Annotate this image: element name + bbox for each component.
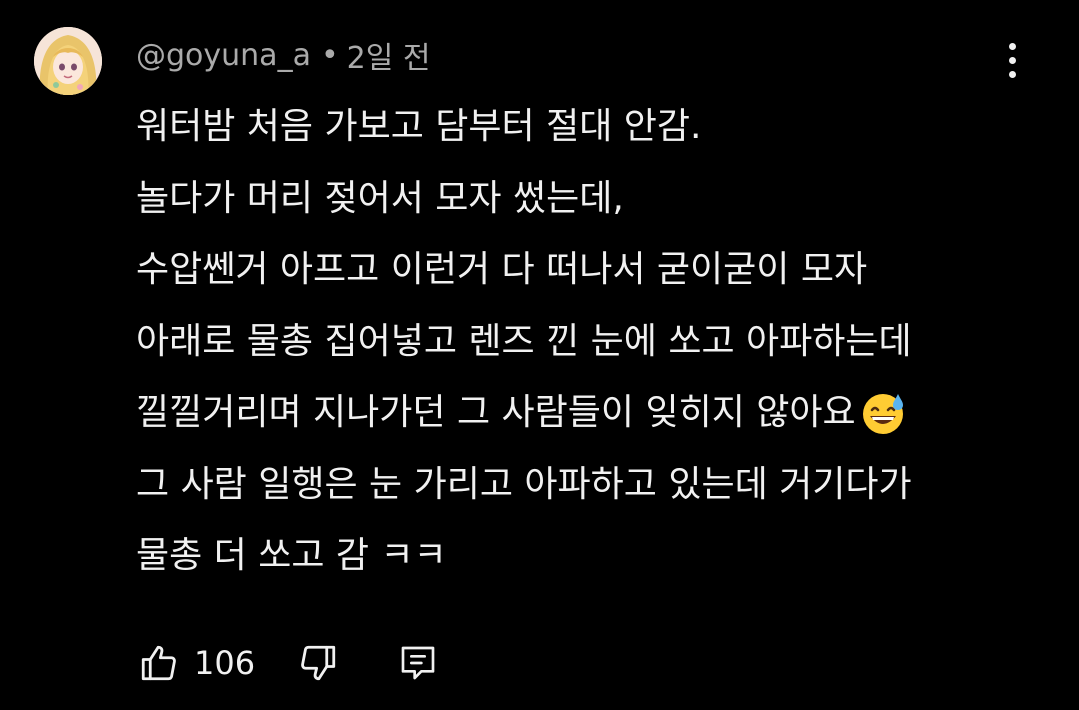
comment-actions: 106 (136, 636, 441, 690)
avatar[interactable] (34, 27, 102, 95)
comment-line: 그 사람 일행은 눈 가리고 아파하고 있는데 거기다가 (136, 463, 912, 505)
comment-line-text: 낄낄거리며 지나가던 그 사람들이 잊히지 않아요 (136, 392, 856, 433)
anime-girl-avatar-icon (34, 27, 102, 95)
menu-dot (1008, 70, 1016, 78)
comment-line: 물총 더 쏘고 감 ㅋㅋ (136, 535, 447, 576)
comment-line: 아래로 물총 집어넣고 렌즈 낀 눈에 쏘고 아파하는데 (136, 320, 912, 362)
more-vertical-icon[interactable] (990, 38, 1034, 82)
comment-line-with-emoji: 낄낄거리며 지나가던 그 사람들이 잊히지 않아요 (136, 384, 1036, 456)
thumb-down-icon[interactable] (295, 640, 341, 686)
author-name[interactable]: @goyuna_a (136, 38, 311, 73)
like-count: 106 (194, 644, 256, 682)
grinning-face-with-sweat-emoji (860, 390, 906, 436)
comment-line: 놀다가 머리 젖어서 모자 썼는데, (136, 177, 624, 219)
menu-dot (1008, 42, 1016, 50)
header-separator: • (320, 37, 339, 73)
reply-comment-icon[interactable] (395, 640, 441, 686)
comment-line: 워터밤 처음 가보고 담부터 절대 안감. (136, 106, 702, 147)
comment-line: 수압쎈거 아프고 이런거 다 떠나서 굳이굳이 모자 (136, 249, 868, 290)
comment-timestamp[interactable]: 2일 전 (347, 33, 431, 77)
menu-dot (1008, 56, 1016, 64)
comment-body: 워터밤 처음 가보고 담부터 절대 안감. 놀다가 머리 젖어서 모자 썼는데,… (136, 98, 1036, 599)
comment-header: @goyuna_a • 2일 전 (136, 33, 431, 77)
thumb-up-icon[interactable] (136, 640, 182, 686)
